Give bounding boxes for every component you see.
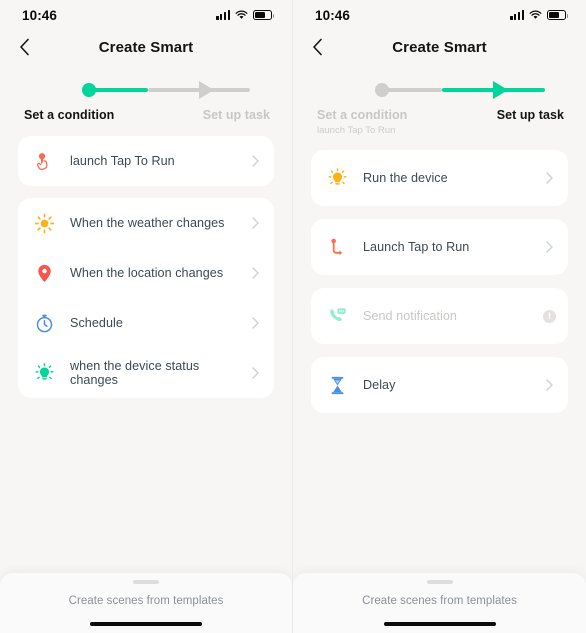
stepper-track	[82, 80, 250, 100]
condition-card-triggers: When the weather changes When the locati…	[18, 198, 274, 398]
list-item-label: Delay	[363, 378, 396, 392]
screen-set-task: 10:46 Create Smart Set a condition launc…	[293, 0, 586, 633]
dual-screen-container: 10:46 Create Smart Set a condition Set u…	[0, 0, 586, 633]
chevron-right-icon	[248, 154, 262, 168]
stepper-labels: Set a condition launch Tap To Run Set up…	[307, 100, 572, 136]
cellular-signal-icon	[216, 10, 230, 20]
battery-icon	[253, 10, 275, 20]
stepper-step1-subtitle: launch Tap To Run	[317, 125, 396, 136]
page-title: Create Smart	[98, 38, 194, 56]
list-item-run-the-device[interactable]: Run the device	[311, 150, 568, 206]
home-indicator	[90, 621, 202, 626]
status-bar: 10:46	[293, 0, 586, 30]
status-time: 10:46	[22, 7, 58, 23]
chevron-right-icon	[248, 366, 262, 380]
condition-card-tap-to-run: launch Tap To Run	[18, 136, 274, 186]
location-pin-icon	[32, 261, 56, 285]
info-icon[interactable]: !	[543, 309, 556, 323]
device-bulb-icon	[32, 361, 56, 385]
list-item-launch-tap-to-run[interactable]: Launch Tap to Run	[311, 219, 568, 275]
bottom-sheet[interactable]: Create scenes from templates	[0, 573, 292, 633]
stepper-arrow-step2	[199, 81, 214, 99]
chevron-right-icon	[248, 216, 262, 230]
chevron-left-icon	[19, 38, 29, 56]
list-item-weather-changes[interactable]: When the weather changes	[18, 198, 274, 248]
task-card-launch-tap-to-run: Launch Tap to Run	[311, 219, 568, 275]
stepper-arrow-step2	[493, 81, 508, 99]
list-item-label: Run the device	[363, 171, 448, 185]
list-item-delay[interactable]: Delay	[311, 357, 568, 413]
list-item-schedule[interactable]: Schedule	[18, 298, 274, 348]
stepper-labels: Set a condition Set up task	[14, 100, 278, 122]
chevron-right-icon	[248, 316, 262, 330]
bottom-sheet[interactable]: Create scenes from templates	[293, 573, 586, 633]
wifi-icon	[529, 10, 542, 19]
condition-card-list: launch Tap To Run When the weather chang…	[0, 136, 292, 398]
bottom-sheet-label: Create scenes from templates	[68, 595, 224, 607]
wifi-icon	[235, 10, 248, 19]
task-card-delay: Delay	[311, 357, 568, 413]
list-item-label: when the device status changes	[70, 359, 200, 387]
page-title: Create Smart	[392, 38, 487, 56]
stepper-step1-label: Set a condition	[24, 108, 115, 122]
stepper-step2-label: Set up task	[202, 108, 270, 122]
list-item-launch-tap-to-run[interactable]: launch Tap To Run	[18, 136, 274, 186]
stepper-track	[375, 80, 545, 100]
tap-to-run-hand-icon	[32, 149, 56, 173]
hourglass-icon	[325, 373, 349, 397]
nav-bar: Create Smart	[293, 30, 586, 64]
list-item-device-status-changes[interactable]: when the device status changes	[18, 348, 274, 398]
nav-bar: Create Smart	[0, 30, 292, 64]
stepper-step2: Set up task	[203, 108, 270, 122]
list-item-label: Send notification	[363, 309, 457, 323]
status-time: 10:46	[315, 7, 351, 23]
bulb-amber-icon	[325, 166, 349, 190]
list-item-label: Schedule	[70, 316, 123, 330]
status-bar: 10:46	[0, 0, 292, 30]
progress-stepper: Set a condition launch Tap To Run Set up…	[293, 64, 586, 136]
phone-message-icon	[325, 304, 349, 328]
chevron-right-icon	[542, 240, 556, 254]
list-item-label: launch Tap To Run	[70, 154, 175, 168]
chevron-right-icon	[542, 378, 556, 392]
stepper-step1: Set a condition launch Tap To Run	[317, 108, 407, 136]
stepper-step1-label: Set a condition	[317, 108, 408, 122]
stopwatch-icon	[32, 311, 56, 335]
list-item-location-changes[interactable]: When the location changes	[18, 248, 274, 298]
task-card-send-notification: Send notification !	[311, 288, 568, 344]
status-icons	[216, 10, 275, 20]
cellular-signal-icon	[510, 10, 524, 20]
progress-stepper: Set a condition Set up task	[0, 64, 292, 122]
chevron-right-icon	[248, 266, 262, 280]
drag-handle[interactable]	[426, 580, 453, 584]
stepper-step1: Set a condition	[24, 108, 114, 122]
sun-weather-icon	[32, 211, 56, 235]
list-item-send-notification: Send notification !	[311, 288, 568, 344]
list-item-label: When the weather changes	[70, 216, 225, 230]
stepper-step2-label: Set up task	[496, 108, 564, 122]
list-item-label: Launch Tap to Run	[363, 240, 470, 254]
back-button[interactable]	[8, 30, 40, 64]
chevron-left-icon	[312, 38, 322, 56]
task-card-list: Run the device Launch Tap to Run Send no…	[293, 150, 586, 413]
stepper-step2: Set up task	[497, 108, 564, 136]
home-indicator	[383, 621, 496, 626]
drag-handle[interactable]	[133, 580, 159, 584]
task-card-run-device: Run the device	[311, 150, 568, 206]
status-icons	[510, 10, 569, 20]
chevron-right-icon	[542, 171, 556, 185]
tap-to-run-flow-icon	[325, 235, 349, 259]
stepper-dot-step1	[82, 83, 96, 97]
stepper-dot-step1	[375, 83, 389, 97]
list-item-label: When the location changes	[70, 266, 224, 280]
back-button[interactable]	[301, 30, 333, 64]
battery-icon	[547, 10, 569, 20]
bottom-sheet-label: Create scenes from templates	[362, 595, 517, 607]
screen-set-condition: 10:46 Create Smart Set a condition Set u…	[0, 0, 293, 633]
